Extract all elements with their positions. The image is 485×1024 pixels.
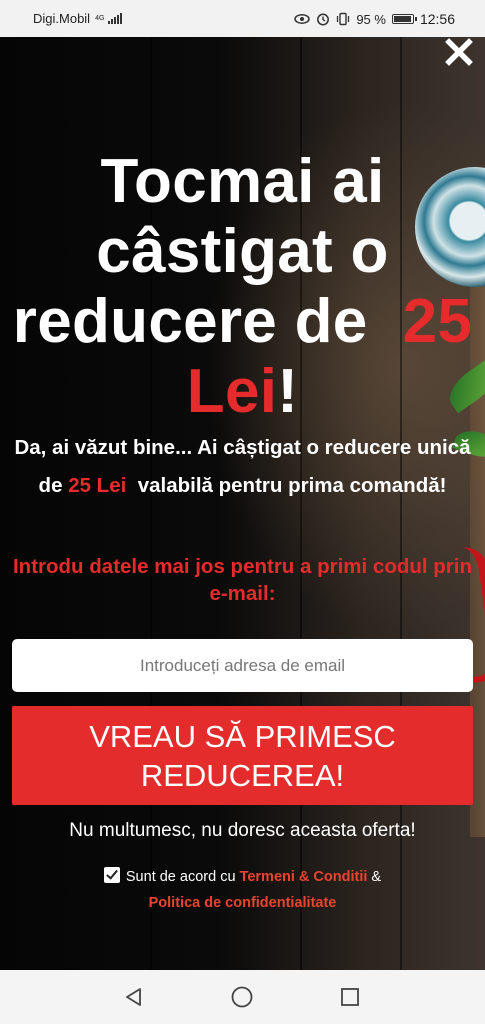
consent-checkbox[interactable] [103,867,120,883]
consent-row: Sunt de acord cu Termeni & Conditii & Po… [0,864,485,916]
clock: 12:56 [419,11,455,27]
close-icon [445,38,473,66]
network-type: 4G [95,15,105,22]
close-button[interactable] [444,37,474,67]
recents-icon [341,988,359,1006]
popup-subtitle: Da, ai văzut bine... Ai câștigat o reduc… [10,429,475,505]
eye-icon [294,13,311,25]
back-icon [126,988,141,1006]
headline-line: Lei! [0,357,485,427]
popup-instruction: Introdu datele mai jos pentru a primi co… [12,555,473,605]
consent-text: Sunt de acord cu [125,869,236,885]
recents-button[interactable] [337,984,363,1010]
signal-icon [108,13,123,24]
terms-link[interactable]: Termeni & Conditii [240,869,368,885]
consent-and: & [371,869,382,885]
navigation-bar [0,970,485,1024]
discount-amount: 25 [402,287,473,356]
claim-discount-button[interactable]: VREAU SĂ PRIMESC REDUCEREA! [12,706,473,805]
vibrate-icon [336,12,350,26]
status-bar: Digi.Mobil 4G 95 % 12:56 [0,0,485,37]
status-right: 95 % 12:56 [294,11,455,27]
status-left: Digi.Mobil 4G [33,11,123,26]
carrier-name: Digi.Mobil [33,11,91,26]
battery-percent: 95 % [356,11,386,27]
decline-link[interactable]: Nu multumesc, nu doresc aceasta oferta! [0,820,485,842]
popup-headline: Tocmai ai câstigat o reducere de 25 Lei! [0,147,485,427]
discount-currency: Lei [186,357,278,426]
alarm-icon [316,12,330,26]
battery-icon [391,14,417,24]
headline-text: reducere de [12,287,368,356]
headline-line: Tocmai ai [100,147,385,216]
email-input[interactable] [12,639,473,692]
subtitle-amount: 25 Lei [68,474,127,497]
privacy-link[interactable]: Politica de confidentialitate [149,895,337,911]
back-button[interactable] [121,984,147,1010]
subtitle-text: valabilă pentru prima comandă! [137,474,447,497]
discount-popup: Tocmai ai câstigat o reducere de 25 Lei!… [0,37,485,970]
headline-exclamation: ! [277,357,299,426]
home-icon [231,986,253,1008]
home-button[interactable] [229,984,255,1010]
headline-line: câstigat o [96,217,389,286]
headline-line: reducere de 25 [0,287,485,357]
